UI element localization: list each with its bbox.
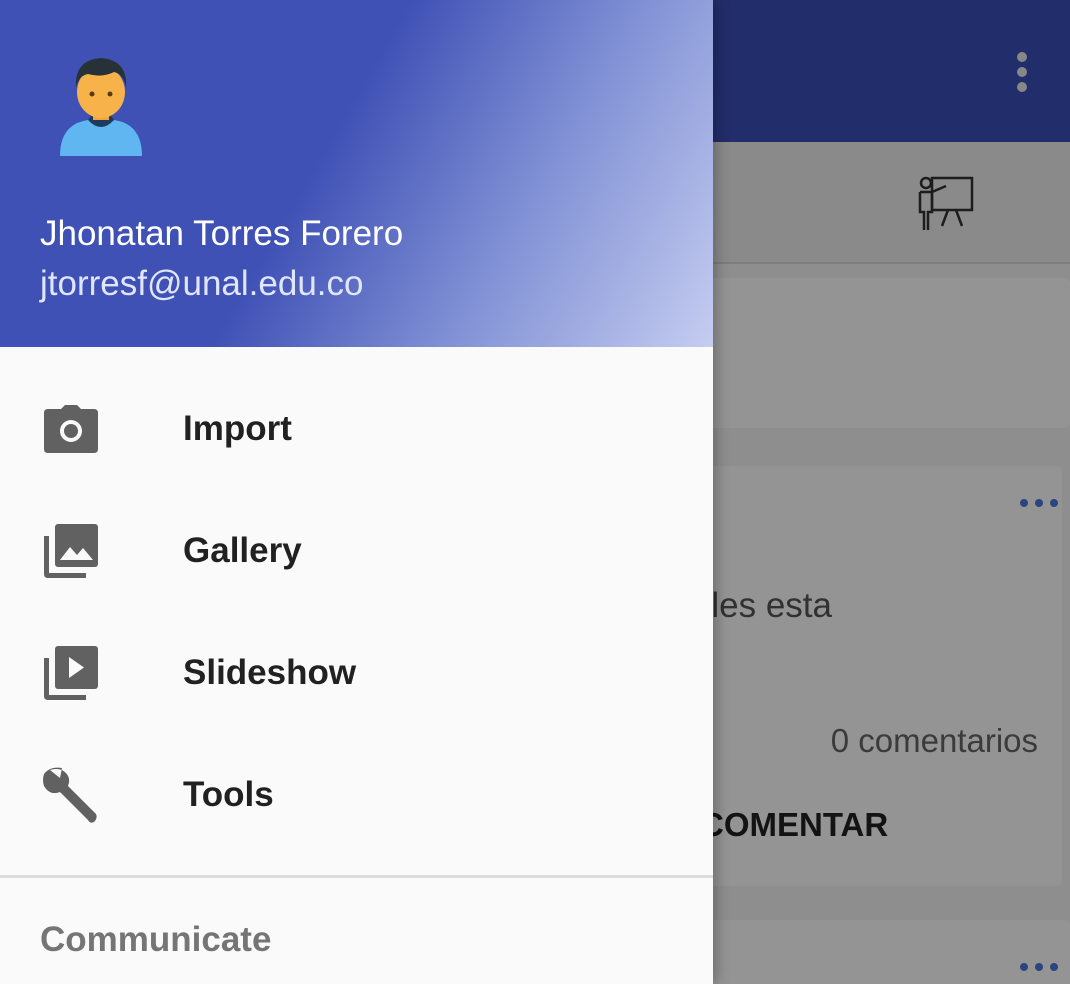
nav-item-label: Tools [183, 775, 274, 814]
photo-library-icon [42, 522, 100, 580]
divider [0, 875, 713, 878]
nav-item-gallery[interactable]: Gallery [0, 496, 713, 606]
section-header: Communicate [40, 920, 272, 959]
camera-icon [42, 400, 100, 458]
user-email: jtorresf@unal.edu.co [40, 264, 364, 303]
drawer-header: Jhonatan Torres Forero jtorresf@unal.edu… [0, 0, 713, 347]
slideshow-icon [42, 644, 100, 702]
navigation-drawer: Jhonatan Torres Forero jtorresf@unal.edu… [0, 0, 713, 984]
nav-item-label: Slideshow [183, 653, 357, 692]
nav-item-tools[interactable]: Tools [0, 740, 713, 850]
nav-item-import[interactable]: Import [0, 374, 713, 484]
nav-item-slideshow[interactable]: Slideshow [0, 618, 713, 728]
wrench-icon [42, 766, 100, 824]
person-avatar-icon [60, 58, 142, 156]
nav-item-label: Import [183, 409, 292, 448]
nav-item-label: Gallery [183, 531, 302, 570]
user-name: Jhonatan Torres Forero [40, 214, 404, 253]
